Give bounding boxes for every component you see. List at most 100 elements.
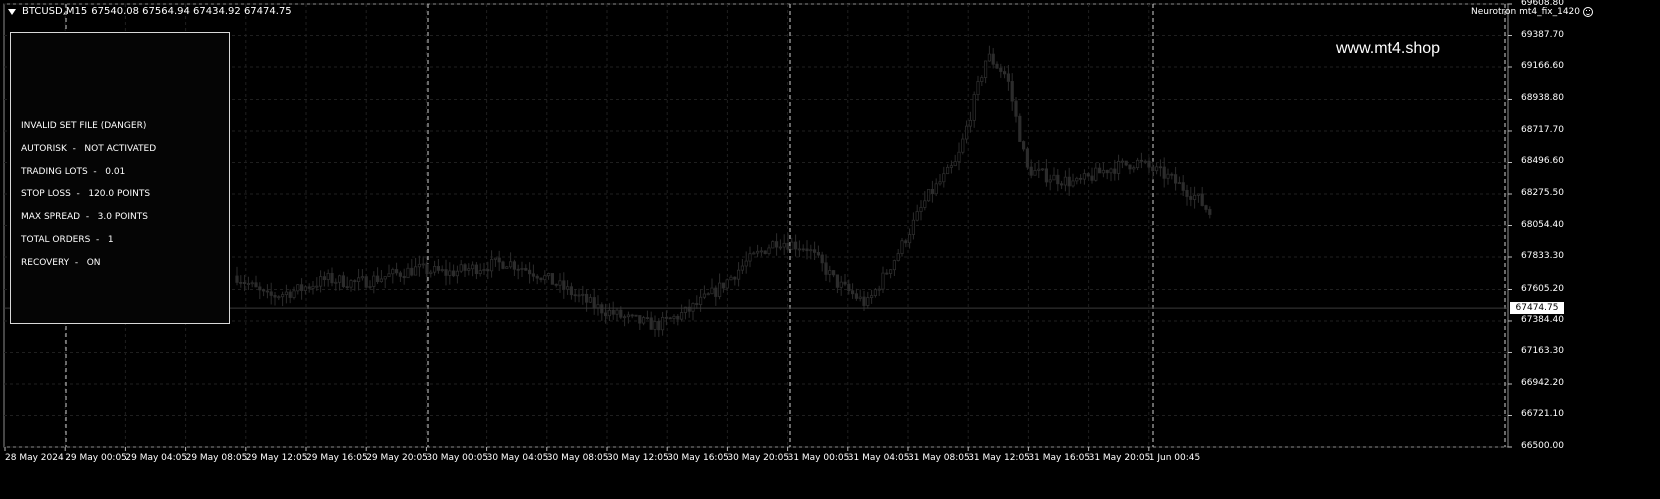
candle-body: [1006, 73, 1011, 82]
candle-body: [938, 181, 942, 185]
candle-body: [862, 296, 866, 306]
candle-body: [1067, 176, 1071, 187]
candle-body: [554, 283, 558, 286]
candle-body: [254, 282, 258, 288]
candle-body: [877, 288, 881, 291]
candle-body: [638, 315, 642, 324]
candle-body: [1037, 168, 1041, 171]
candle-body: [417, 263, 422, 268]
symbol-header: BTCUSD,M15 67540.08 67564.94 67434.92 67…: [8, 6, 292, 17]
candle-body: [356, 277, 361, 283]
candle-body: [292, 290, 296, 298]
candle-body: [866, 297, 870, 306]
candle-body: [444, 269, 448, 276]
candle-body: [767, 247, 771, 255]
candle-body: [1136, 159, 1140, 169]
time-axis-label: 31 May 00:05: [787, 453, 850, 463]
candle-body: [372, 275, 376, 287]
candle-body: [657, 321, 661, 331]
info-row-stop-loss: STOP LOSS - 120.0 POINTS: [21, 189, 151, 199]
candle-body: [269, 291, 273, 296]
candle-body: [1018, 115, 1022, 142]
candle-body: [1109, 168, 1113, 174]
candle-body: [1044, 168, 1048, 183]
candle-body: [885, 272, 889, 275]
candle-body: [258, 286, 262, 291]
symbol-name: BTCUSD,M15: [22, 6, 88, 17]
candle-body: [246, 283, 250, 285]
info-row-total-orders: TOTAL ORDERS - 1: [21, 235, 114, 245]
candle-body: [664, 316, 669, 319]
candle-body: [1128, 164, 1132, 170]
candle-body: [645, 317, 650, 319]
candle-body: [832, 270, 836, 276]
candle-body: [1098, 167, 1102, 174]
candle-body: [984, 60, 988, 78]
candle-body: [744, 260, 748, 267]
candle-body: [558, 280, 562, 286]
smiley-icon[interactable]: [1583, 7, 1593, 17]
candle-body: [1101, 169, 1105, 174]
candle-body: [968, 119, 973, 127]
candle-body: [649, 317, 653, 330]
price-axis-label: 68054.40: [1521, 219, 1564, 230]
candle-body: [908, 234, 912, 244]
candle-body: [1174, 174, 1178, 184]
candle-body: [919, 207, 923, 212]
candle-body: [1029, 166, 1033, 176]
candle-body: [1063, 176, 1067, 186]
candle-body: [326, 272, 330, 281]
price-axis-label: 68717.70: [1521, 124, 1564, 135]
candle-body: [740, 265, 745, 271]
candle-body: [805, 248, 809, 252]
candle-body: [1060, 183, 1064, 186]
price-chart[interactable]: [0, 0, 1660, 499]
price-axis-label: 67833.30: [1521, 251, 1564, 261]
candle-body: [1170, 173, 1174, 176]
candle-body: [489, 258, 494, 272]
dropdown-triangle-icon[interactable]: [8, 8, 16, 15]
candle-body: [699, 296, 703, 306]
candle-body: [965, 125, 969, 140]
candle-body: [1090, 175, 1094, 181]
chart-window[interactable]: BTCUSD,M15 67540.08 67564.94 67434.92 67…: [0, 0, 1660, 499]
candle-body: [801, 248, 805, 251]
candle-body: [1079, 177, 1083, 180]
candle-body: [752, 252, 756, 255]
candle-body: [1052, 174, 1056, 181]
time-axis-label: 31 May 12:05: [968, 453, 1030, 463]
candle-body: [934, 183, 938, 195]
candle-body: [239, 282, 243, 284]
price-axis-label: 69166.60: [1521, 61, 1564, 71]
candle-body: [1075, 177, 1079, 182]
price-axis-label: 69387.70: [1521, 29, 1564, 40]
candle-body: [432, 266, 437, 273]
candle-body: [930, 188, 935, 195]
info-row-trading-lots: TRADING LOTS - 0.01: [21, 167, 126, 177]
candle-body: [277, 296, 281, 299]
candle-body: [280, 294, 285, 298]
candle-body: [299, 284, 304, 291]
candle-body: [911, 219, 916, 235]
candle-body: [653, 321, 657, 330]
candle-body: [330, 272, 334, 284]
candle-body: [691, 303, 695, 312]
candle-body: [569, 286, 574, 296]
candle-body: [402, 275, 406, 279]
candle-body: [976, 81, 980, 96]
candle-body: [756, 250, 760, 254]
candle-body: [470, 264, 475, 270]
time-axis-label: 29 May 20:05: [366, 453, 428, 463]
watermark-text: www.mt4.shop: [1336, 40, 1441, 57]
candle-body: [383, 276, 387, 280]
candle-body: [873, 289, 878, 296]
candle-body: [896, 253, 900, 261]
candle-body: [1124, 160, 1128, 166]
candle-body: [440, 269, 444, 271]
candle-body: [463, 264, 467, 271]
candle-body: [421, 263, 425, 266]
candle-body: [360, 276, 365, 279]
candle-body: [311, 285, 315, 289]
candle-body: [661, 316, 665, 331]
candle-body: [436, 266, 441, 271]
